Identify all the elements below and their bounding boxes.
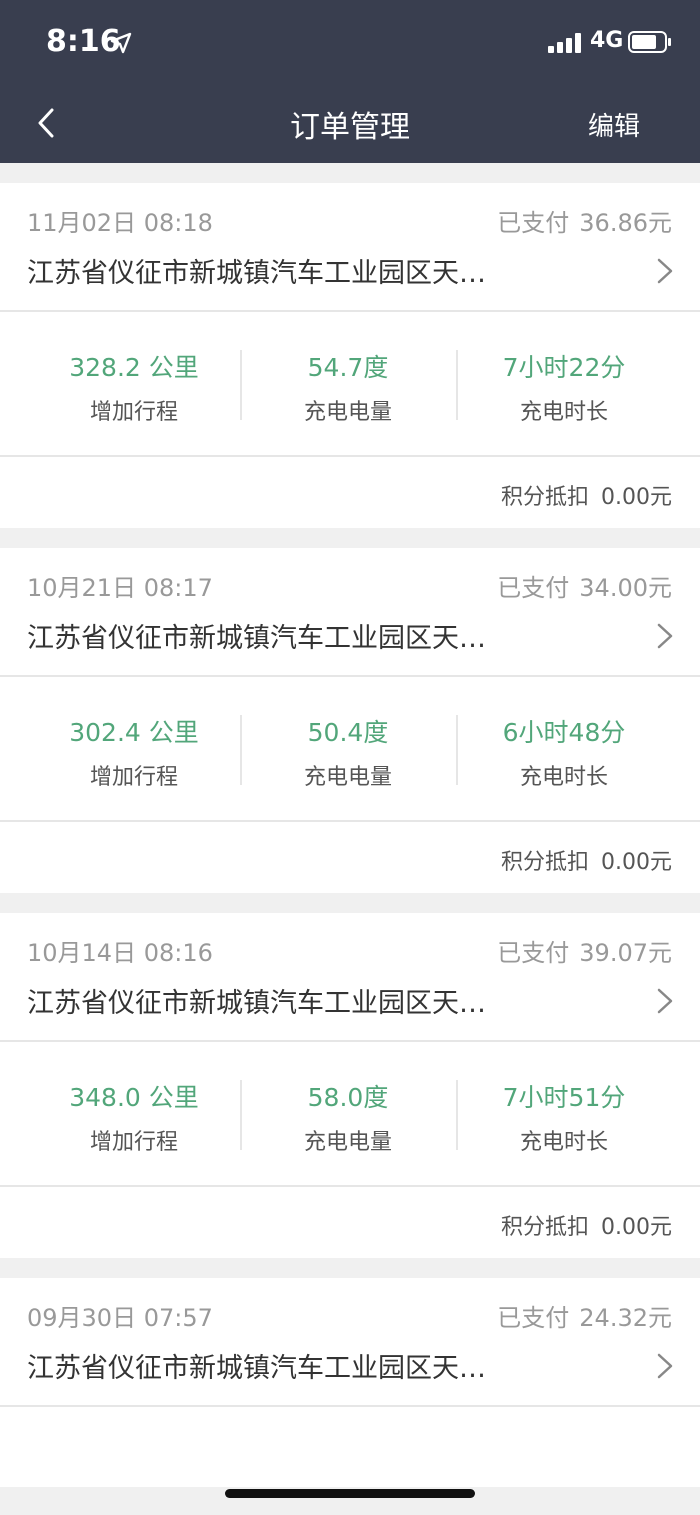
credit-value: 0.00元 [601,1215,672,1240]
paid-amount: 24.32元 [579,1304,672,1332]
order-address: 江苏省仪征市新城镇汽车工业园区天… [27,988,486,1019]
stat-energy: 54.7度 充电电量 [248,348,448,426]
credit-label: 积分抵扣 [500,1215,589,1240]
paid-status: 已支付 [497,939,570,967]
divider [456,715,458,785]
stat-value: 302.4 公里 [69,718,199,747]
stat-label: 增加行程 [89,765,178,790]
order-address: 江苏省仪征市新城镇汽车工业园区天… [27,1353,486,1384]
stat-value: 50.4度 [307,718,389,747]
network-type: 4G [590,28,624,53]
order-list: 11月02日 08:18 已支付 36.86元 江苏省仪征市新城镇汽车工业园区天…… [0,183,700,1507]
stat-label: 充电电量 [303,765,392,790]
chevron-right-icon [657,258,673,284]
order-header[interactable]: 09月30日 07:57 已支付 24.32元 江苏省仪征市新城镇汽车工业园区天… [0,1278,700,1407]
stat-label: 增加行程 [89,1130,178,1155]
paid-status: 已支付 [497,574,570,602]
stat-value: 6小时48分 [502,718,626,747]
order-card: 10月14日 08:16 已支付 39.07元 江苏省仪征市新城镇汽车工业园区天…… [0,913,700,1258]
status-bar: 8:16 4G [0,0,700,88]
order-payment: 已支付 39.07元 [497,933,672,968]
order-payment: 已支付 24.32元 [497,1298,672,1333]
credit-row: 积分抵扣 0.00元 [0,1187,700,1258]
paid-amount: 36.86元 [579,209,672,237]
stat-label: 充电时长 [519,765,608,790]
stat-duration: 7小时22分 充电时长 [464,348,664,426]
signal-icon [548,33,581,53]
order-header[interactable]: 10月21日 08:17 已支付 34.00元 江苏省仪征市新城镇汽车工业园区天… [0,548,700,677]
stat-range-added: 302.4 公里 增加行程 [34,713,234,791]
stat-duration: 6小时48分 充电时长 [464,713,664,791]
order-date: 10月21日 08:17 [27,574,213,602]
order-date: 09月30日 07:57 [27,1304,213,1332]
stat-value: 58.0度 [307,1083,389,1112]
location-arrow-icon [110,32,132,54]
stat-duration: 7小时51分 充电时长 [464,1078,664,1156]
order-payment: 已支付 36.86元 [497,203,672,238]
order-date: 10月14日 08:16 [27,939,213,967]
order-stats: 328.2 公里 增加行程 54.7度 充电电量 7小时22分 充电时长 [0,312,700,457]
divider [456,1080,458,1150]
credit-value: 0.00元 [601,850,672,875]
order-card: 10月21日 08:17 已支付 34.00元 江苏省仪征市新城镇汽车工业园区天…… [0,548,700,893]
chevron-right-icon [657,988,673,1014]
divider [240,1080,242,1150]
divider [240,715,242,785]
chevron-right-icon [657,623,673,649]
stat-value: 348.0 公里 [69,1083,199,1112]
divider [240,350,242,420]
paid-status: 已支付 [497,1304,570,1332]
stat-label: 充电时长 [519,1130,608,1155]
stat-value: 328.2 公里 [69,353,199,382]
paid-amount: 39.07元 [579,939,672,967]
stat-range-added: 348.0 公里 增加行程 [34,1078,234,1156]
credit-label: 积分抵扣 [500,850,589,875]
order-date: 11月02日 08:18 [27,209,213,237]
paid-status: 已支付 [497,209,570,237]
credit-label: 积分抵扣 [500,485,589,510]
order-address: 江苏省仪征市新城镇汽车工业园区天… [27,258,486,289]
order-address: 江苏省仪征市新城镇汽车工业园区天… [27,623,486,654]
stat-label: 增加行程 [89,400,178,425]
credit-value: 0.00元 [601,485,672,510]
stat-energy: 50.4度 充电电量 [248,713,448,791]
credit-row: 积分抵扣 0.00元 [0,457,700,528]
stat-energy: 58.0度 充电电量 [248,1078,448,1156]
edit-button[interactable]: 编辑 [588,106,640,143]
stat-value: 54.7度 [307,353,389,382]
order-stats: 348.0 公里 增加行程 58.0度 充电电量 7小时51分 充电时长 [0,1042,700,1187]
credit-deduction: 积分抵扣 0.00元 [501,1209,672,1241]
home-indicator[interactable] [225,1489,475,1498]
stat-value: 7小时22分 [502,353,626,382]
battery-icon [628,31,671,53]
credit-deduction: 积分抵扣 0.00元 [501,479,672,511]
order-stats: 302.4 公里 增加行程 50.4度 充电电量 6小时48分 充电时长 [0,677,700,822]
divider [456,350,458,420]
order-card: 11月02日 08:18 已支付 36.86元 江苏省仪征市新城镇汽车工业园区天…… [0,183,700,528]
order-stats [0,1407,700,1487]
stat-range-added: 328.2 公里 增加行程 [34,348,234,426]
chevron-right-icon [657,1353,673,1379]
credit-deduction: 积分抵扣 0.00元 [501,844,672,876]
app-header: 8:16 4G 订单管理 编辑 [0,0,700,163]
stat-value: 7小时51分 [502,1083,626,1112]
order-header[interactable]: 11月02日 08:18 已支付 36.86元 江苏省仪征市新城镇汽车工业园区天… [0,183,700,312]
order-card: 09月30日 07:57 已支付 24.32元 江苏省仪征市新城镇汽车工业园区天… [0,1278,700,1487]
credit-row: 积分抵扣 0.00元 [0,822,700,893]
stat-label: 充电电量 [303,400,392,425]
nav-bar: 订单管理 编辑 [0,88,700,163]
stat-label: 充电电量 [303,1130,392,1155]
paid-amount: 34.00元 [579,574,672,602]
order-payment: 已支付 34.00元 [497,568,672,603]
order-header[interactable]: 10月14日 08:16 已支付 39.07元 江苏省仪征市新城镇汽车工业园区天… [0,913,700,1042]
stat-label: 充电时长 [519,400,608,425]
